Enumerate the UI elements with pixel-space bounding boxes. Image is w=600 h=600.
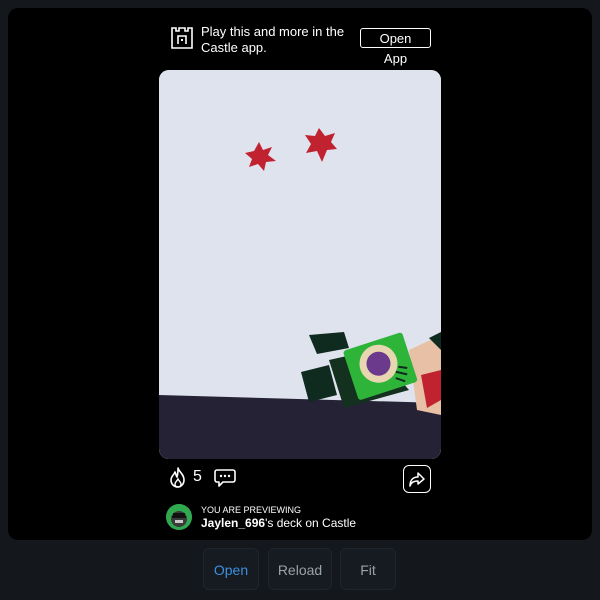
deck-suffix: 's deck on Castle [265, 516, 357, 530]
fit-button[interactable]: Fit [340, 548, 396, 590]
fire-icon[interactable] [167, 466, 189, 488]
username-link[interactable]: Jaylen_696 [201, 516, 265, 530]
banner-text: Play this and more in the Castle app. [201, 24, 345, 55]
open-button[interactable]: Open [203, 548, 259, 590]
game-scene [159, 70, 441, 459]
reload-button[interactable]: Reload [268, 548, 332, 590]
avatar-image [166, 504, 192, 530]
preview-deck-line: Jaylen_696's deck on Castle [201, 516, 356, 530]
castle-icon [171, 27, 193, 49]
ground-floor [159, 395, 441, 459]
preview-info: YOU ARE PREVIEWING Jaylen_696's deck on … [166, 504, 446, 532]
open-app-button[interactable]: Open App [360, 28, 431, 66]
preview-caption: YOU ARE PREVIEWING [201, 505, 302, 515]
share-icon [409, 472, 425, 487]
action-bar: 5 [159, 462, 441, 496]
comment-icon[interactable] [214, 466, 236, 488]
app-banner: Play this and more in the Castle app. Op… [169, 24, 431, 66]
avatar[interactable] [166, 504, 192, 530]
reaction-count: 5 [193, 468, 202, 485]
share-button[interactable] [403, 465, 431, 493]
game-card[interactable] [159, 70, 441, 459]
